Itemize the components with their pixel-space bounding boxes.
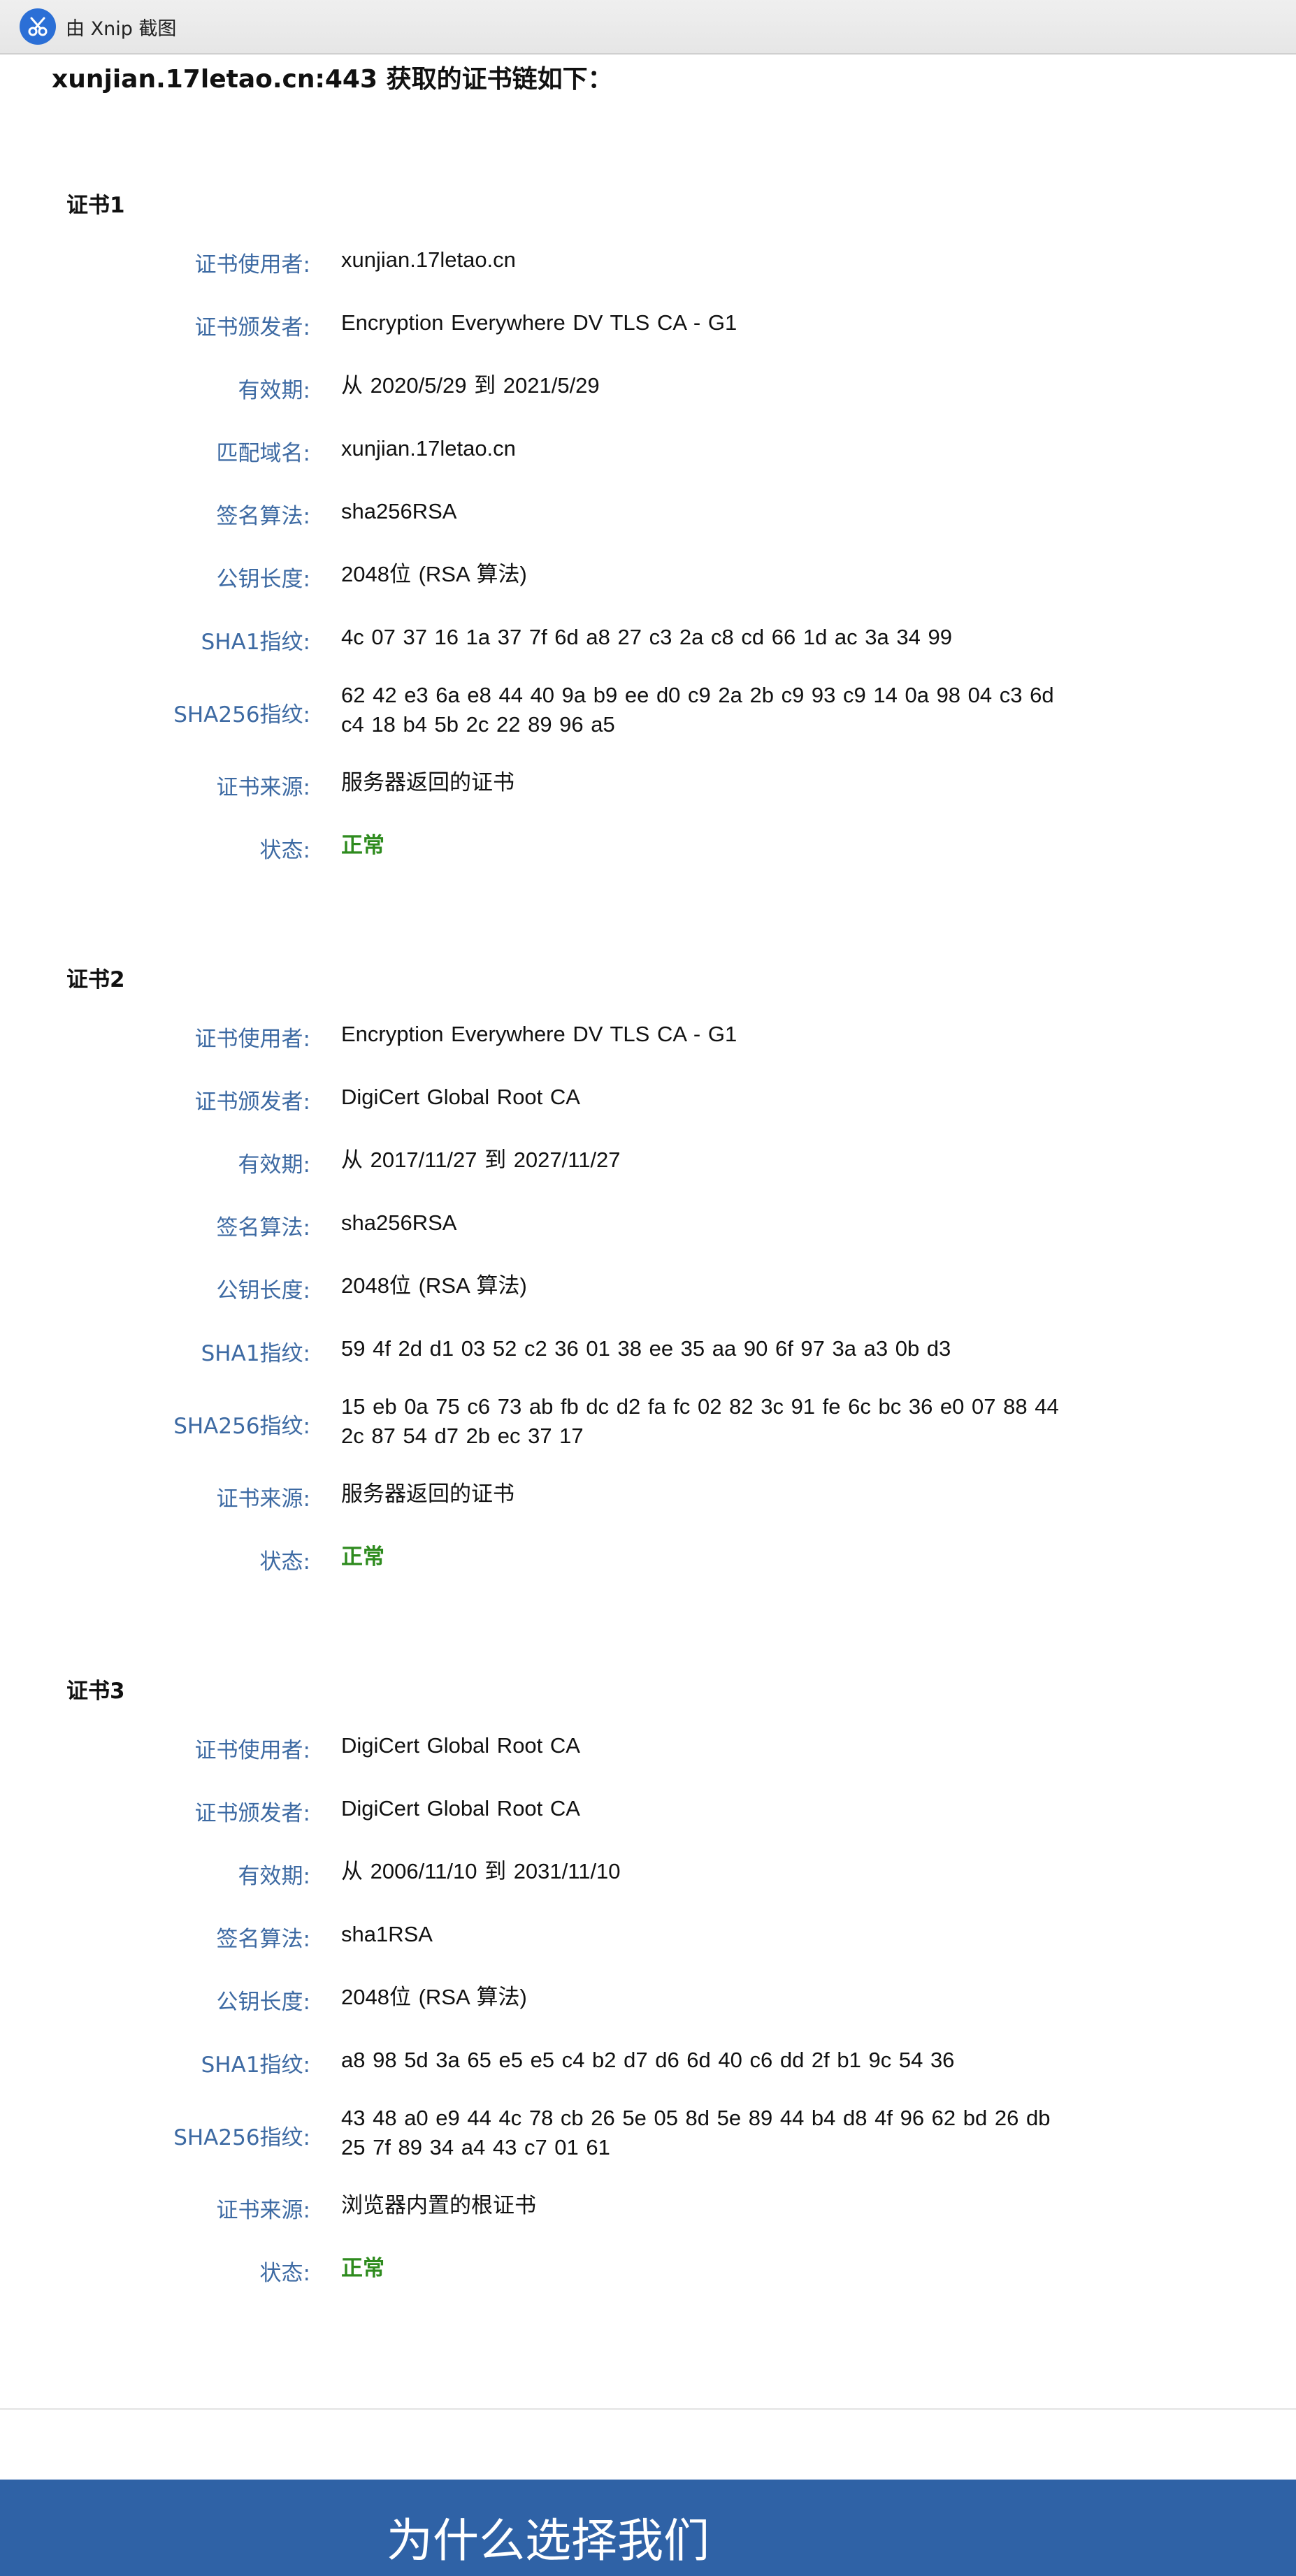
certificate-heading: 证书3	[66, 1679, 125, 1704]
field-label: SHA1指纹:	[201, 1341, 310, 1366]
field-label: 状态:	[259, 838, 310, 863]
field-value: DigiCert Global Root CA	[341, 1733, 580, 1758]
field-label: 状态:	[259, 2261, 310, 2286]
field-value: a8 98 5d 3a 65 e5 e5 c4 b2 d7 d6 6d 40 c…	[341, 2048, 955, 2072]
field-value: xunjian.17letao.cn	[341, 436, 516, 461]
field-label: 公钥长度:	[216, 1990, 310, 2015]
field-label: 证书来源:	[216, 1486, 310, 1512]
field-label: 有效期:	[238, 1152, 310, 1178]
field-label: 公钥长度:	[216, 567, 310, 592]
field-value: xunjian.17letao.cn	[341, 247, 516, 272]
field-label: 签名算法:	[216, 504, 310, 529]
xnip-scissors-icon	[20, 8, 56, 45]
field-label: 证书颁发者:	[194, 1090, 310, 1115]
field-label: SHA1指纹:	[201, 630, 310, 655]
field-label: SHA256指纹:	[173, 2125, 310, 2150]
field-label: 签名算法:	[216, 1927, 310, 1952]
field-value: 43 48 a0 e9 44 4c 78 cb 26 5e 05 8d 5e 8…	[341, 2106, 1051, 2159]
field-label: 证书来源:	[216, 2198, 310, 2223]
field-value: 2048位 (RSA 算法)	[341, 1273, 527, 1298]
divider	[0, 2408, 1296, 2410]
xnip-label: 由 Xnip 截图	[66, 17, 177, 40]
field-label: SHA256指纹:	[173, 1414, 310, 1439]
field-value: sha256RSA	[341, 1210, 457, 1235]
status-value: 正常	[341, 833, 384, 858]
field-value: 从 2020/5/29 到 2021/5/29	[341, 373, 600, 398]
field-value: 62 42 e3 6a e8 44 40 9a b9 ee d0 c9 2a 2…	[341, 683, 1054, 737]
xnip-toolbar: 由 Xnip 截图	[0, 0, 1296, 55]
field-value: DigiCert Global Root CA	[341, 1085, 580, 1109]
field-value: 服务器返回的证书	[341, 770, 514, 795]
field-value: 从 2017/11/27 到 2027/11/27	[341, 1148, 621, 1172]
certificate-heading: 证书1	[66, 193, 125, 218]
field-value: 15 eb 0a 75 c6 73 ab fb dc d2 fa fc 02 8…	[341, 1394, 1059, 1448]
field-label: 证书使用者:	[194, 1027, 310, 1052]
field-value: Encryption Everywhere DV TLS CA - G1	[341, 310, 737, 335]
field-value: 59 4f 2d d1 03 52 c2 36 01 38 ee 35 aa 9…	[341, 1336, 951, 1361]
field-label: SHA256指纹:	[173, 702, 310, 728]
field-value: Encryption Everywhere DV TLS CA - G1	[341, 1022, 737, 1046]
field-label: 有效期:	[238, 378, 310, 403]
status-value: 正常	[341, 2256, 384, 2280]
field-label: 公钥长度:	[216, 1278, 310, 1303]
field-label: 匹配域名:	[216, 441, 310, 466]
field-value: 2048位 (RSA 算法)	[341, 1985, 527, 2009]
field-label: 有效期:	[238, 1864, 310, 1889]
field-value: 浏览器内置的根证书	[341, 2193, 536, 2217]
field-value: sha1RSA	[341, 1922, 433, 1946]
field-label: SHA1指纹:	[201, 2053, 310, 2078]
status-value: 正常	[341, 1544, 384, 1569]
field-value: DigiCert Global Root CA	[341, 1796, 580, 1821]
field-value: 2048位 (RSA 算法)	[341, 562, 527, 586]
field-label: 签名算法:	[216, 1215, 310, 1240]
banner-title: 为什么选择我们	[387, 2514, 710, 2568]
field-value: 服务器返回的证书	[341, 1482, 514, 1506]
page-title: xunjian.17letao.cn:443 获取的证书链如下：	[52, 65, 613, 94]
field-value: sha256RSA	[341, 499, 457, 523]
certificate-heading: 证书2	[66, 967, 125, 992]
field-label: 证书使用者:	[194, 1738, 310, 1763]
field-label: 状态:	[259, 1549, 310, 1575]
field-value: 4c 07 37 16 1a 37 7f 6d a8 27 c3 2a c8 c…	[341, 625, 952, 649]
field-label: 证书颁发者:	[194, 1801, 310, 1826]
field-label: 证书来源:	[216, 775, 310, 800]
field-label: 证书颁发者:	[194, 315, 310, 340]
field-value: 从 2006/11/10 到 2031/11/10	[341, 1859, 621, 1883]
field-label: 证书使用者:	[194, 252, 310, 277]
